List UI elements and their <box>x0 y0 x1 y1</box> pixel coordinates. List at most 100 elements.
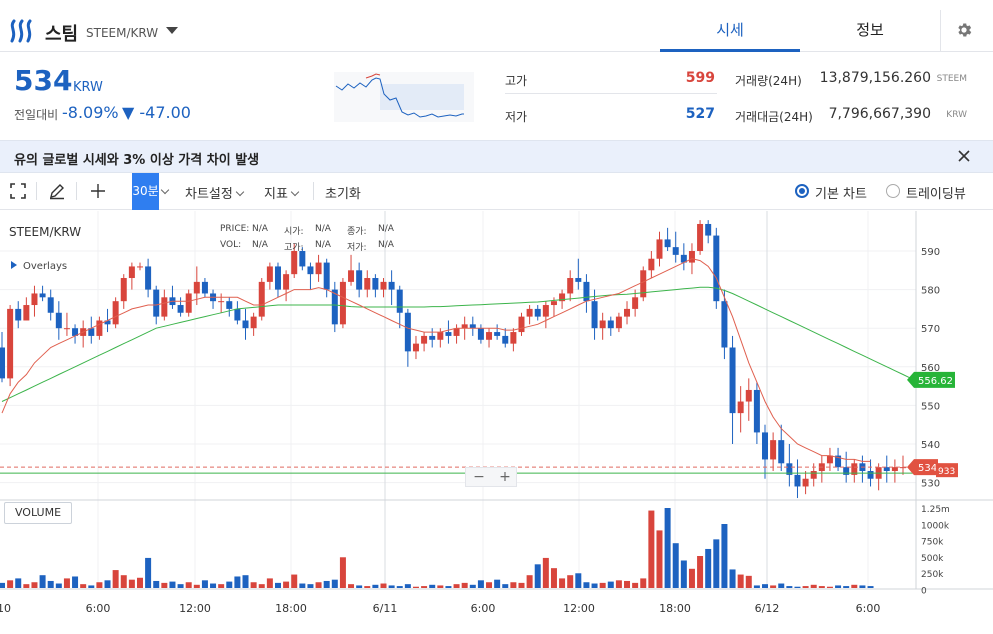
time-tick-label: 12:00 <box>563 602 595 615</box>
candle-body <box>745 389 752 402</box>
fullscreen-icon[interactable] <box>9 182 27 200</box>
current-price: 534 <box>14 64 73 97</box>
volume-bar <box>128 579 135 588</box>
zoom-controls: − + <box>465 467 517 487</box>
volume-bar <box>47 580 54 588</box>
candle-body <box>445 332 452 336</box>
candle-body <box>583 281 590 302</box>
candle-body <box>607 320 614 329</box>
info-price-label: PRICE: <box>220 224 250 234</box>
interval-caret-icon <box>160 185 170 195</box>
volume-bar <box>234 576 241 588</box>
volume-bar <box>161 582 168 588</box>
info-close-value: N/A <box>378 224 394 234</box>
overlays-toggle[interactable]: Overlays <box>11 261 67 272</box>
zoom-out-button[interactable]: − <box>466 468 492 486</box>
header-bar: 스팀 STEEM/KRW 시세 정보 <box>0 10 993 52</box>
zoom-in-button[interactable]: + <box>492 468 518 486</box>
interval-selector[interactable]: 30분 <box>132 173 159 210</box>
last-price-tag-label: 534 <box>918 463 937 474</box>
candle-body <box>753 389 760 433</box>
volume-bar <box>559 578 566 588</box>
candle-body <box>534 308 541 317</box>
candle-body <box>136 266 143 268</box>
volume-bar <box>88 585 95 588</box>
indicators-button[interactable]: 지표 <box>264 183 300 202</box>
volume-bar <box>688 568 695 588</box>
indicators-label: 지표 <box>264 187 288 202</box>
candle-body <box>258 281 265 317</box>
candle-body <box>648 258 655 271</box>
volume-bar <box>770 585 777 588</box>
candlestick-chart[interactable]: 590580570560550540530556.62534 9331.25m10… <box>0 211 993 634</box>
crosshair-icon[interactable] <box>89 182 107 200</box>
tab-price[interactable]: 시세 <box>660 10 800 52</box>
candle-body <box>0 347 5 379</box>
candle-body <box>161 297 168 317</box>
volume-bar <box>818 586 825 588</box>
info-price-value: N/A <box>252 224 268 234</box>
info-close-label: 종가: <box>347 227 367 237</box>
volume-bar <box>632 582 639 588</box>
low-value: 527 <box>685 106 715 122</box>
time-tick-label: 18:00 <box>659 602 691 615</box>
price-tick-label: 580 <box>921 286 940 297</box>
candle-body <box>128 266 135 279</box>
volume-bar <box>510 582 517 588</box>
volume-bar <box>396 586 403 588</box>
triangle-right-icon <box>11 261 17 269</box>
candle-body <box>810 471 817 479</box>
candle-body <box>591 301 598 329</box>
candle-body <box>112 301 119 325</box>
candle-body <box>461 324 468 329</box>
coin-dropdown-icon[interactable] <box>166 27 178 34</box>
chart-settings-button[interactable]: 차트설정 <box>185 183 245 202</box>
candle-body <box>843 467 850 475</box>
volume-tick-label: 250k <box>921 570 944 580</box>
volume-bar <box>193 584 200 588</box>
candle-body <box>794 474 801 487</box>
tradingview-radio[interactable] <box>886 184 900 198</box>
volume-bar <box>534 564 541 588</box>
basic-chart-radio[interactable] <box>795 184 809 198</box>
chart-pair-label: STEEM/KRW <box>9 225 82 239</box>
candle-body <box>55 312 62 329</box>
volume-bar <box>145 557 152 588</box>
candle-body <box>469 324 476 329</box>
settings-button[interactable] <box>940 10 993 52</box>
info-vol-label: VOL: <box>220 240 242 250</box>
volume-bar <box>469 584 476 588</box>
volume-bar <box>266 578 273 588</box>
volume-bar <box>15 578 22 588</box>
volume-bar <box>640 578 647 588</box>
change-rate: -8.09% <box>62 103 119 122</box>
volume-bar <box>120 575 127 588</box>
candle-body <box>656 239 663 259</box>
volume-bar <box>299 583 306 588</box>
volume-bar <box>494 579 501 588</box>
candle-body <box>145 266 152 290</box>
candle-body <box>193 281 200 294</box>
close-icon[interactable] <box>956 148 972 164</box>
volume-bar <box>705 548 712 588</box>
volume-bar <box>339 557 346 588</box>
time-tick-label: 6/11 <box>373 602 398 615</box>
tradingview-label[interactable]: 트레이딩뷰 <box>906 183 966 202</box>
tab-info[interactable]: 정보 <box>800 10 940 52</box>
pencil-icon[interactable] <box>48 182 66 200</box>
volume-bar <box>762 584 769 588</box>
candle-body <box>299 251 306 267</box>
info-vol-value: N/A <box>252 240 268 250</box>
price-chart-area[interactable]: 590 580 570 560 550 540 530 556.62 534 933 1.25m 10… <box>0 211 993 634</box>
price-tick-label: 540 <box>921 440 940 451</box>
time-tick-label: 6:00 <box>471 602 496 615</box>
candle-body <box>891 467 898 472</box>
basic-chart-label[interactable]: 기본 차트 <box>815 183 867 202</box>
volume-bar <box>826 586 833 588</box>
reset-button[interactable]: 초기화 <box>325 183 361 202</box>
candle-body <box>713 235 720 302</box>
countdown-tag-label: 933 <box>938 467 955 477</box>
volume-bar <box>567 575 574 588</box>
volume-bar <box>153 580 160 588</box>
chart-toolbar: 30분 차트설정 지표 초기화 기본 차트 트레이딩뷰 <box>0 173 993 210</box>
